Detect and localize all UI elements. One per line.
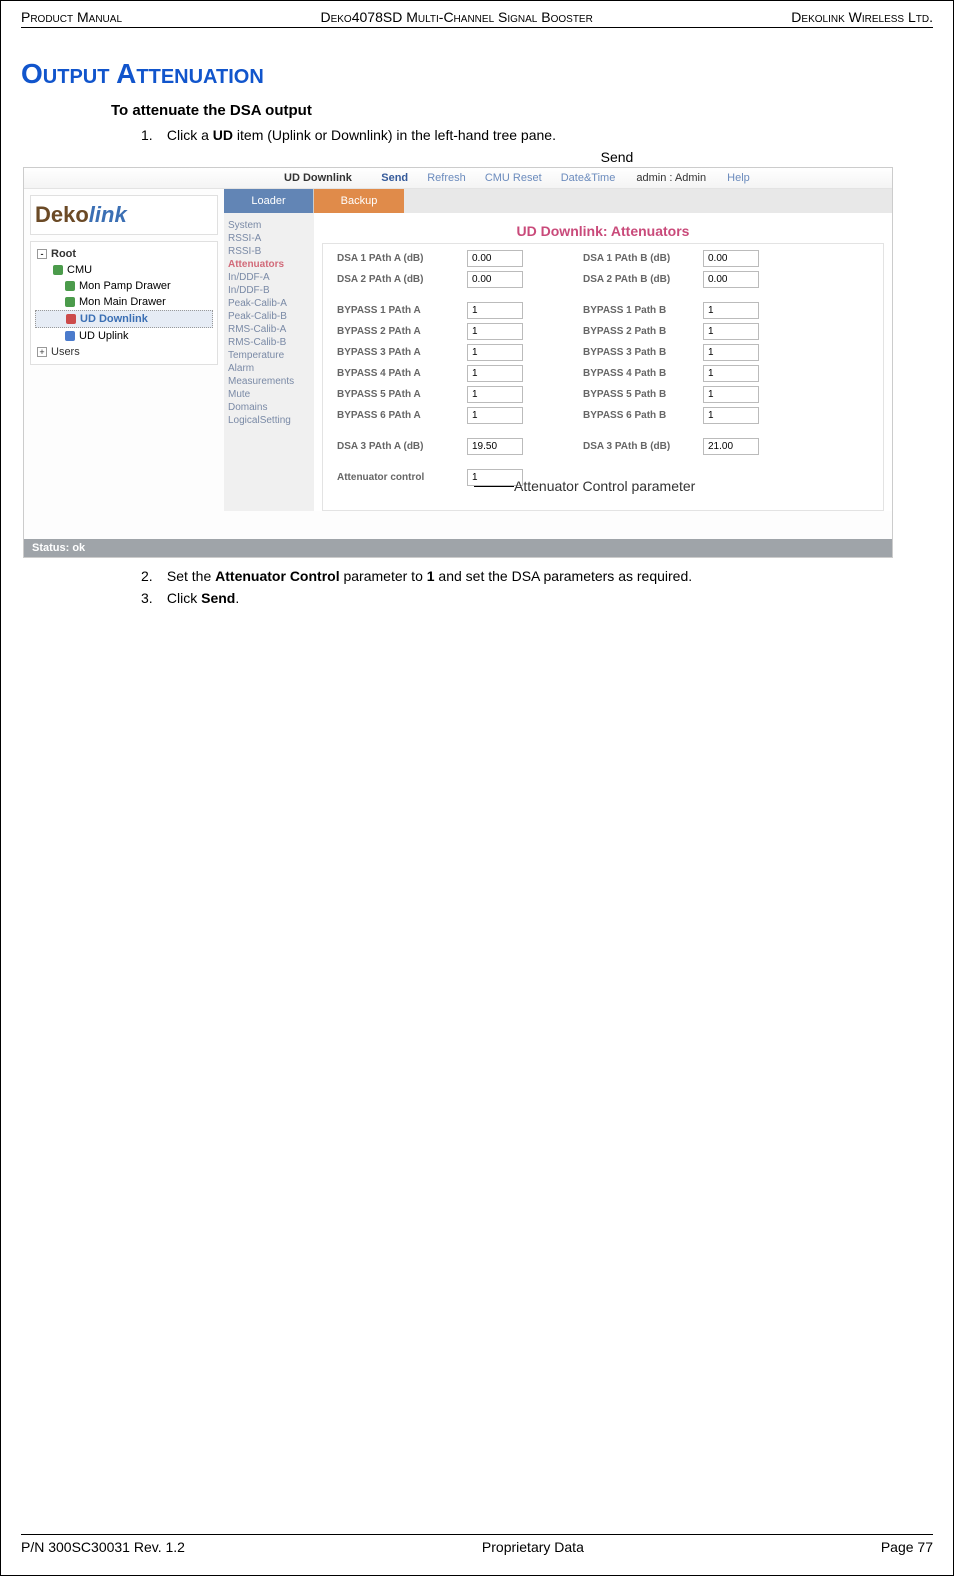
b2b-label: BYPASS 2 Path B [583, 326, 703, 337]
step-3: 3. Click Send. [141, 590, 933, 606]
nav-rssi-a[interactable]: RSSI-A [228, 232, 310, 245]
tree-ud-uplink[interactable]: UD Uplink [35, 328, 213, 344]
nav-system[interactable]: System [228, 219, 310, 232]
nav-mute[interactable]: Mute [228, 388, 310, 401]
dsa1b-label: DSA 1 PAth B (dB) [583, 253, 703, 264]
dsa3a-label: DSA 3 PAth A (dB) [337, 441, 467, 452]
dsa2a-input[interactable] [467, 271, 523, 288]
b3a-label: BYPASS 3 PAth A [337, 347, 467, 358]
nav-inddf-a[interactable]: In/DDF-A [228, 271, 310, 284]
b1b-input[interactable] [703, 302, 759, 319]
footer-left: P/N 300SC30031 Rev. 1.2 [21, 1539, 185, 1555]
app-topbar: UD Downlink Send Refresh CMU Reset Date&… [24, 168, 892, 189]
b2b-input[interactable] [703, 323, 759, 340]
nav-attenuators[interactable]: Attenuators [228, 258, 310, 271]
tree-mon-pamp[interactable]: Mon Pamp Drawer [35, 278, 213, 294]
b6b-label: BYPASS 6 Path B [583, 410, 703, 421]
topbar-help[interactable]: Help [727, 172, 750, 184]
topbar-admin: admin : Admin [636, 172, 706, 184]
topbar-datetime[interactable]: Date&Time [561, 172, 616, 184]
b4a-input[interactable] [467, 365, 523, 382]
b3b-input[interactable] [703, 344, 759, 361]
page-footer: P/N 300SC30031 Rev. 1.2 Proprietary Data… [21, 1534, 933, 1555]
dsa3b-input[interactable] [703, 438, 759, 455]
footer-right: Page 77 [881, 1539, 933, 1555]
b2a-label: BYPASS 2 PAth A [337, 326, 467, 337]
tree-pane: -Root CMU Mon Pamp Drawer Mon Main Drawe… [30, 241, 218, 365]
b5b-label: BYPASS 5 Path B [583, 389, 703, 400]
nav-rms-b[interactable]: RMS-Calib-B [228, 336, 310, 349]
dsa1a-input[interactable] [467, 250, 523, 267]
section-title: Output Attenuation [21, 58, 933, 90]
dsa2a-label: DSA 2 PAth A (dB) [337, 274, 467, 285]
b5a-label: BYPASS 5 PAth A [337, 389, 467, 400]
topbar-cmu-reset[interactable]: CMU Reset [485, 172, 542, 184]
b6a-label: BYPASS 6 PAth A [337, 410, 467, 421]
step-1: 1. Click a UD item (Uplink or Downlink) … [141, 127, 933, 143]
side-nav: System RSSI-A RSSI-B Attenuators In/DDF-… [224, 213, 314, 433]
nav-peak-b[interactable]: Peak-Calib-B [228, 310, 310, 323]
step-2: 2. Set the Attenuator Control parameter … [141, 568, 933, 584]
tab-backup[interactable]: Backup [314, 189, 404, 213]
param-area: DSA 1 PAth A (dB) DSA 1 PAth B (dB) DSA 2… [322, 243, 884, 511]
logo: Dekolink [30, 195, 218, 235]
dsa3b-label: DSA 3 PAth B (dB) [583, 441, 703, 452]
dsa2b-label: DSA 2 PAth B (dB) [583, 274, 703, 285]
dsa1b-input[interactable] [703, 250, 759, 267]
b5b-input[interactable] [703, 386, 759, 403]
b4a-label: BYPASS 4 PAth A [337, 368, 467, 379]
nav-rms-a[interactable]: RMS-Calib-A [228, 323, 310, 336]
nav-measurements[interactable]: Measurements [228, 375, 310, 388]
b6b-input[interactable] [703, 407, 759, 424]
page-header: Product Manual Deko4078SD Multi-Channel … [21, 9, 933, 28]
tree-users[interactable]: +Users [35, 344, 213, 360]
b6a-input[interactable] [467, 407, 523, 424]
footer-center: Proprietary Data [482, 1539, 584, 1555]
nav-domains[interactable]: Domains [228, 401, 310, 414]
attn-label: Attenuator control [337, 472, 467, 483]
topbar-send[interactable]: Send [381, 172, 408, 184]
topbar-refresh[interactable]: Refresh [427, 172, 466, 184]
tree-ud-downlink[interactable]: UD Downlink [35, 310, 213, 328]
b3b-label: BYPASS 3 Path B [583, 347, 703, 358]
nav-inddf-b[interactable]: In/DDF-B [228, 284, 310, 297]
header-left: Product Manual [21, 9, 122, 25]
app-screenshot: UD Downlink Send Refresh CMU Reset Date&… [23, 167, 893, 558]
b5a-input[interactable] [467, 386, 523, 403]
nav-logical[interactable]: LogicalSetting [228, 414, 310, 427]
send-callout: Send [301, 149, 933, 165]
header-center: Deko4078SD Multi-Channel Signal Booster [320, 9, 592, 25]
nav-temperature[interactable]: Temperature [228, 349, 310, 362]
dsa2b-input[interactable] [703, 271, 759, 288]
dsa3a-input[interactable] [467, 438, 523, 455]
panel-title: UD Downlink: Attenuators [314, 213, 892, 243]
b3a-input[interactable] [467, 344, 523, 361]
b2a-input[interactable] [467, 323, 523, 340]
tree-cmu[interactable]: CMU [35, 262, 213, 278]
b4b-label: BYPASS 4 Path B [583, 368, 703, 379]
b1b-label: BYPASS 1 Path B [583, 305, 703, 316]
attn-callout-line [474, 486, 514, 487]
subtitle: To attenuate the DSA output [111, 102, 933, 119]
tab-loader[interactable]: Loader [224, 189, 314, 213]
status-bar: Status: ok [24, 539, 892, 557]
topbar-context: UD Downlink [284, 172, 352, 184]
tree-root[interactable]: -Root [35, 246, 213, 262]
tree-mon-main[interactable]: Mon Main Drawer [35, 294, 213, 310]
nav-peak-a[interactable]: Peak-Calib-A [228, 297, 310, 310]
attn-callout: Attenuator Control parameter [514, 478, 695, 494]
b4b-input[interactable] [703, 365, 759, 382]
dsa1a-label: DSA 1 PAth A (dB) [337, 253, 467, 264]
b1a-input[interactable] [467, 302, 523, 319]
nav-rssi-b[interactable]: RSSI-B [228, 245, 310, 258]
b1a-label: BYPASS 1 PAth A [337, 305, 467, 316]
header-right: Dekolink Wireless Ltd. [791, 9, 933, 25]
nav-alarm[interactable]: Alarm [228, 362, 310, 375]
